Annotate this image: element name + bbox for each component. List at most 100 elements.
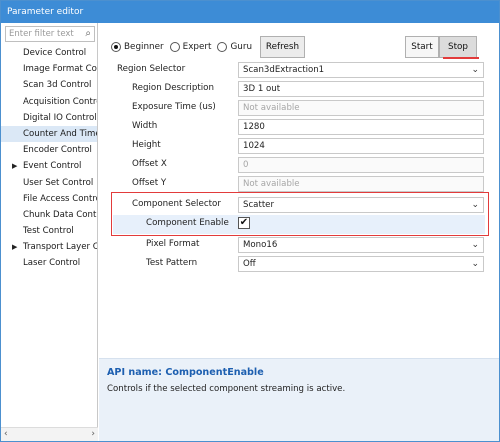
tree-item-transport-layer-control[interactable]: ▶ Transport Layer Co — [1, 239, 97, 255]
param-label: Component Selector — [132, 199, 221, 209]
param-label: Height — [132, 140, 161, 150]
param-value: Scatter — [243, 200, 275, 210]
tree-item-label: File Access Control — [23, 193, 97, 204]
horizontal-scrollbar[interactable]: ‹ › — [1, 427, 98, 441]
stop-button[interactable]: Stop — [439, 36, 477, 58]
tree-item-label: Chunk Data Contro — [23, 209, 97, 220]
radio-guru-label: Guru — [230, 42, 253, 52]
tree-item-digital-io-control[interactable]: Digital IO Control — [1, 110, 97, 126]
region-description-field[interactable]: 3D 1 out — [238, 81, 484, 97]
param-label: Exposure Time (us) — [132, 102, 216, 112]
param-row-component-selector: Component Selector Scatter ⌄ — [99, 196, 499, 215]
param-row-offset-y: Offset Y Not available — [99, 175, 499, 194]
exposure-time-field: Not available — [238, 100, 484, 116]
filter-placeholder: Enter filter text — [9, 29, 74, 39]
parameter-editor-window: Parameter editor Enter filter text ⌕ Dev… — [0, 0, 500, 442]
param-row-offset-x: Offset X 0 — [99, 156, 499, 175]
radio-beginner[interactable] — [111, 42, 121, 52]
param-label: Component Enable — [146, 218, 229, 228]
radio-guru[interactable] — [217, 42, 228, 52]
param-value: Mono16 — [243, 240, 278, 250]
component-enable-checkbox[interactable]: ✔ — [238, 217, 250, 229]
tree-item-laser-control[interactable]: Laser Control — [1, 255, 97, 271]
tree-item-label: User Set Control — [23, 177, 94, 188]
param-row-component-enable: Component Enable ✔ — [113, 215, 485, 234]
param-label: Region Description — [132, 83, 214, 93]
test-pattern-dropdown[interactable]: Off ⌄ — [238, 256, 484, 272]
category-panel: Enter filter text ⌕ Device Control Image… — [1, 23, 98, 441]
tree-item-encoder-control[interactable]: Encoder Control — [1, 142, 97, 158]
chevron-down-icon: ⌄ — [471, 259, 479, 269]
radio-beginner-label: Beginner — [124, 42, 164, 52]
tree-item-device-control[interactable]: Device Control — [1, 45, 97, 61]
param-value: Off — [243, 259, 256, 269]
tree-item-label: Image Format Con — [23, 64, 97, 75]
chevron-down-icon: ⌄ — [471, 240, 479, 250]
api-description: Controls if the selected component strea… — [107, 384, 346, 394]
refresh-button[interactable]: Refresh — [260, 36, 305, 58]
visibility-selector: Beginner Expert Guru — [111, 40, 258, 54]
tree-item-label: Transport Layer Co — [23, 242, 97, 253]
param-label: Offset Y — [132, 178, 167, 188]
api-info-panel: API name: ComponentEnable Controls if th… — [99, 358, 499, 441]
param-row-height: Height 1024 — [99, 137, 499, 156]
tree-item-file-access-control[interactable]: File Access Control — [1, 191, 97, 207]
param-value: Scan3dExtraction1 — [243, 65, 325, 75]
param-label: Offset X — [132, 159, 167, 169]
offset-x-field: 0 — [238, 157, 484, 173]
tree-item-chunk-data-control[interactable]: Chunk Data Contro — [1, 207, 97, 223]
tree-item-user-set-control[interactable]: User Set Control — [1, 175, 97, 191]
checkmark-icon: ✔ — [239, 217, 249, 228]
param-value: Not available — [243, 103, 300, 113]
start-button[interactable]: Start — [405, 36, 439, 58]
param-label: Region Selector — [117, 64, 186, 74]
param-label: Pixel Format — [146, 239, 200, 249]
param-row-test-pattern: Test Pattern Off ⌄ — [99, 255, 499, 274]
tree-item-label: Digital IO Control — [23, 112, 97, 123]
tree-item-test-control[interactable]: Test Control — [1, 223, 97, 239]
api-name: API name: ComponentEnable — [107, 367, 264, 378]
expand-arrow-icon[interactable]: ▶ — [12, 239, 17, 255]
offset-y-field: Not available — [238, 176, 484, 192]
pixel-format-dropdown[interactable]: Mono16 ⌄ — [238, 237, 484, 253]
param-value: Not available — [243, 179, 300, 189]
tree-item-scan-3d-control[interactable]: Scan 3d Control — [1, 77, 97, 93]
category-tree: Device Control Image Format Con Scan 3d … — [1, 45, 97, 272]
tree-item-image-format-control[interactable]: Image Format Con — [1, 61, 97, 77]
tree-item-counter-and-timer-control[interactable]: Counter And Time — [1, 125, 97, 143]
height-field[interactable]: 1024 — [238, 138, 484, 154]
chevron-down-icon: ⌄ — [471, 65, 479, 75]
filter-input[interactable]: Enter filter text ⌕ — [5, 26, 95, 42]
param-row-region-description: Region Description 3D 1 out — [99, 80, 499, 99]
param-row-width: Width 1280 — [99, 118, 499, 137]
scroll-left-icon[interactable]: ‹ — [4, 429, 8, 439]
tree-item-label: Event Control — [23, 161, 82, 172]
param-value: 0 — [243, 160, 249, 170]
width-field[interactable]: 1280 — [238, 119, 484, 135]
component-selector-dropdown[interactable]: Scatter ⌄ — [238, 197, 484, 213]
scroll-right-icon[interactable]: › — [91, 429, 95, 439]
region-selector-dropdown[interactable]: Scan3dExtraction1 ⌄ — [238, 62, 484, 78]
tree-item-label: Laser Control — [23, 258, 81, 269]
param-row-region-selector: Region Selector Scan3dExtraction1 ⌄ — [99, 61, 499, 80]
tree-item-label: Acquisition Contro — [23, 96, 97, 107]
tree-item-acquisition-control[interactable]: Acquisition Contro — [1, 94, 97, 110]
tree-item-label: Device Control — [23, 48, 87, 58]
radio-expert[interactable] — [169, 42, 180, 52]
tree-item-label: Scan 3d Control — [23, 80, 92, 91]
radio-expert-label: Expert — [182, 42, 212, 52]
param-value: 1024 — [243, 141, 265, 151]
chevron-down-icon: ⌄ — [471, 200, 479, 210]
tree-item-label: Counter And Time — [23, 128, 97, 139]
param-value: 3D 1 out — [243, 84, 281, 94]
expand-arrow-icon[interactable]: ▶ — [12, 158, 17, 174]
search-icon[interactable]: ⌕ — [85, 28, 91, 39]
param-label: Test Pattern — [146, 258, 198, 268]
tree-item-label: Test Control — [23, 226, 74, 237]
tree-item-event-control[interactable]: ▶ Event Control — [1, 158, 97, 174]
tree-item-label: Encoder Control — [23, 145, 92, 156]
param-value: 1280 — [243, 122, 265, 132]
param-label: Width — [132, 121, 158, 131]
stop-highlight-underline — [443, 57, 479, 59]
parameter-panel: Beginner Expert Guru Refresh Start Stop … — [99, 23, 499, 441]
